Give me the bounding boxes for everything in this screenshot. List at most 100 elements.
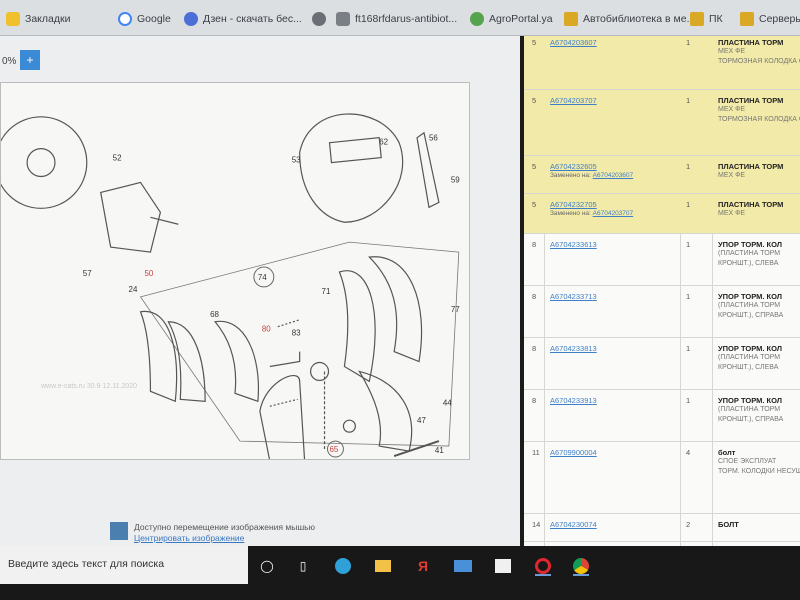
part-code-link[interactable]: A6704233713 [550,292,670,301]
edge-icon[interactable] [332,555,354,577]
table-row: 14 A6704230074 2 БОЛТ [524,514,800,542]
row-number: 8 [532,344,537,353]
brake-shoe-drawing [338,270,376,383]
part-code-link[interactable]: A6704233813 [550,344,670,353]
part-description: болт [718,448,736,457]
part-code-link[interactable]: A6704233613 [550,240,670,249]
row-quantity: 1 [686,162,691,171]
row-number: 5 [532,38,537,47]
center-image-link[interactable]: Центрировать изображение [134,533,315,544]
callout-label: 65 [329,445,338,454]
bookmark-item[interactable]: Закладки [6,10,70,28]
part-subtitle: КРОНШТ.), СПРАВА [718,416,784,423]
part-subtitle: ТОРМ. КОЛОДКИ НЕСУЩ. ПЛАСТИНЕ [718,468,800,475]
callout-label: 52 [113,154,122,163]
zoom-in-button[interactable]: + [20,50,40,70]
part-subtitle: КРОНШТ.), СПРАВА [718,312,784,319]
part-description: ПЛАСТИНА ТОРМ [718,162,784,171]
part-code-link[interactable]: A6704232705 [550,200,670,209]
bookmark-item[interactable]: ft168rfdarus-antibiot... [336,10,457,28]
bookmark-item[interactable] [312,10,326,28]
mail-icon[interactable] [452,555,474,577]
part-subtitle: (ПЛАСТИНА ТОРМ [718,406,781,413]
table-row: 5 A6704232605 1 ПЛАСТИНА ТОРМ МЕХ ФЕ Заменено… [524,156,800,194]
row-quantity: 4 [686,448,691,457]
bookmark-label: ПК [709,13,723,25]
exploded-parts-diagram[interactable]: 52 53 56 59 62 24 65 68 71 74 77 80 83 4… [0,82,470,462]
opera-icon[interactable] [532,555,554,577]
callout-label: 80 [262,325,271,334]
part-subtitle: КРОНШТ.), СЛЕВА [718,260,779,267]
part-subtitle: МЕХ ФЕ [718,48,746,55]
row-quantity: 1 [686,200,691,209]
replaced-prefix: Заменено на: [550,210,591,217]
replaced-prefix: Заменено на: [550,172,591,179]
row-quantity: 1 [686,96,691,105]
brake-plate-drawing [299,113,404,223]
callout-label: 74 [258,273,267,282]
task-view-icon[interactable]: ▯ [292,555,314,577]
bookmark-label: Дзен - скачать бес... [203,13,302,25]
replacement-code-link[interactable]: A6704203707 [593,210,634,217]
chrome-icon[interactable] [570,555,592,577]
callout-label: 41 [435,446,444,455]
callout-label: 24 [129,285,138,294]
row-quantity: 1 [686,292,691,301]
bookmark-item[interactable]: ПК [690,10,723,28]
folder-icon [564,12,578,26]
table-row: 5 A6704203607 1 ПЛАСТИНА ТОРМ МЕХ ФЕ ТОРМОЗНА… [524,36,800,90]
bookmark-item[interactable]: AgroPortal.ya [470,10,553,28]
part-code-link[interactable]: A6709900004 [550,448,670,457]
part-code-link[interactable]: A6704233913 [550,396,670,405]
bookmark-label: Автобиблиотека в ме... [583,13,696,25]
yandex-icon[interactable]: Я [412,555,434,577]
row-number: 5 [532,200,537,209]
bookmark-label: Закладки [25,13,71,25]
part-description: ПЛАСТИНА ТОРМ [718,96,784,105]
move-image-icon [110,522,128,540]
part-description: УПОР ТОРМ. КОЛ [718,344,783,353]
part-description: БОЛТ [718,520,739,529]
store-icon[interactable] [492,555,514,577]
part-subtitle: КРОНШТ.), СЛЕВА [718,364,779,371]
row-number: 5 [532,96,537,105]
bookmark-label: ft168rfdarus-antibiot... [355,13,458,25]
site-icon [336,12,350,26]
part-code-link[interactable]: A6704232605 [550,162,670,171]
callout-label: 62 [379,138,388,147]
bookmark-item[interactable]: Серверы [740,10,800,28]
bookmark-item[interactable]: Google [118,10,171,28]
part-code-link[interactable]: A6704203707 [550,96,670,105]
part-code-link[interactable]: A6704230074 [550,520,670,529]
file-explorer-icon[interactable] [372,555,394,577]
callout-label: 71 [322,287,331,296]
taskbar-search-placeholder: Введите здесь текст для поиска [8,558,165,570]
bookmark-item[interactable]: Дзен - скачать бес... [184,10,302,28]
watermark: www.e-cats.ru 30.9 12.11.2020 [41,383,137,390]
row-number: 11 [532,448,540,457]
zoom-label: 0% [2,55,17,67]
callout-label: 83 [292,329,301,338]
search-circle-icon[interactable]: ◯ [256,555,278,577]
callout-label: 44 [443,398,452,407]
table-row: 11 A6709900004 4 болт СПОЕ ЭКСПЛУАТ ТОРМ. КОЛ… [524,442,800,514]
folder-icon [740,12,754,26]
bookmark-item[interactable]: Автобиблиотека в ме... [564,10,695,28]
part-subtitle: ТОРМОЗНАЯ КОЛОДКА СЛЕВА [718,58,800,65]
row-number: 8 [532,396,537,405]
bookmark-label: Google [137,13,171,25]
backing-plate-drawing [0,116,88,209]
taskbar-search[interactable]: Введите здесь текст для поиска [0,546,248,584]
table-row: 8 A6704233813 1 УПОР ТОРМ. КОЛ (ПЛАСТИНА ТОР… [524,338,800,390]
table-row: 8 A6704233613 1 УПОР ТОРМ. КОЛ (ПЛАСТИНА ТОР… [524,234,800,286]
part-description: УПОР ТОРМ. КОЛ [718,396,783,405]
row-quantity: 2 [686,520,691,529]
row-quantity: 1 [686,240,691,249]
row-number: 5 [532,162,537,171]
parts-table: 5 A6704203607 1 ПЛАСТИНА ТОРМ МЕХ ФЕ ТОРМОЗНА… [524,36,800,546]
replacement-code-link[interactable]: A6704203607 [593,172,634,179]
table-row: 8 A6704233913 1 УПОР ТОРМ. КОЛ (ПЛАСТИНА ТОР… [524,390,800,442]
zoom-bar: 0% + [0,50,40,72]
part-code-link[interactable]: A6704203607 [550,38,670,47]
table-row: 5 A6704232705 1 ПЛАСТИНА ТОРМ МЕХ ФЕ Заменено… [524,194,800,234]
